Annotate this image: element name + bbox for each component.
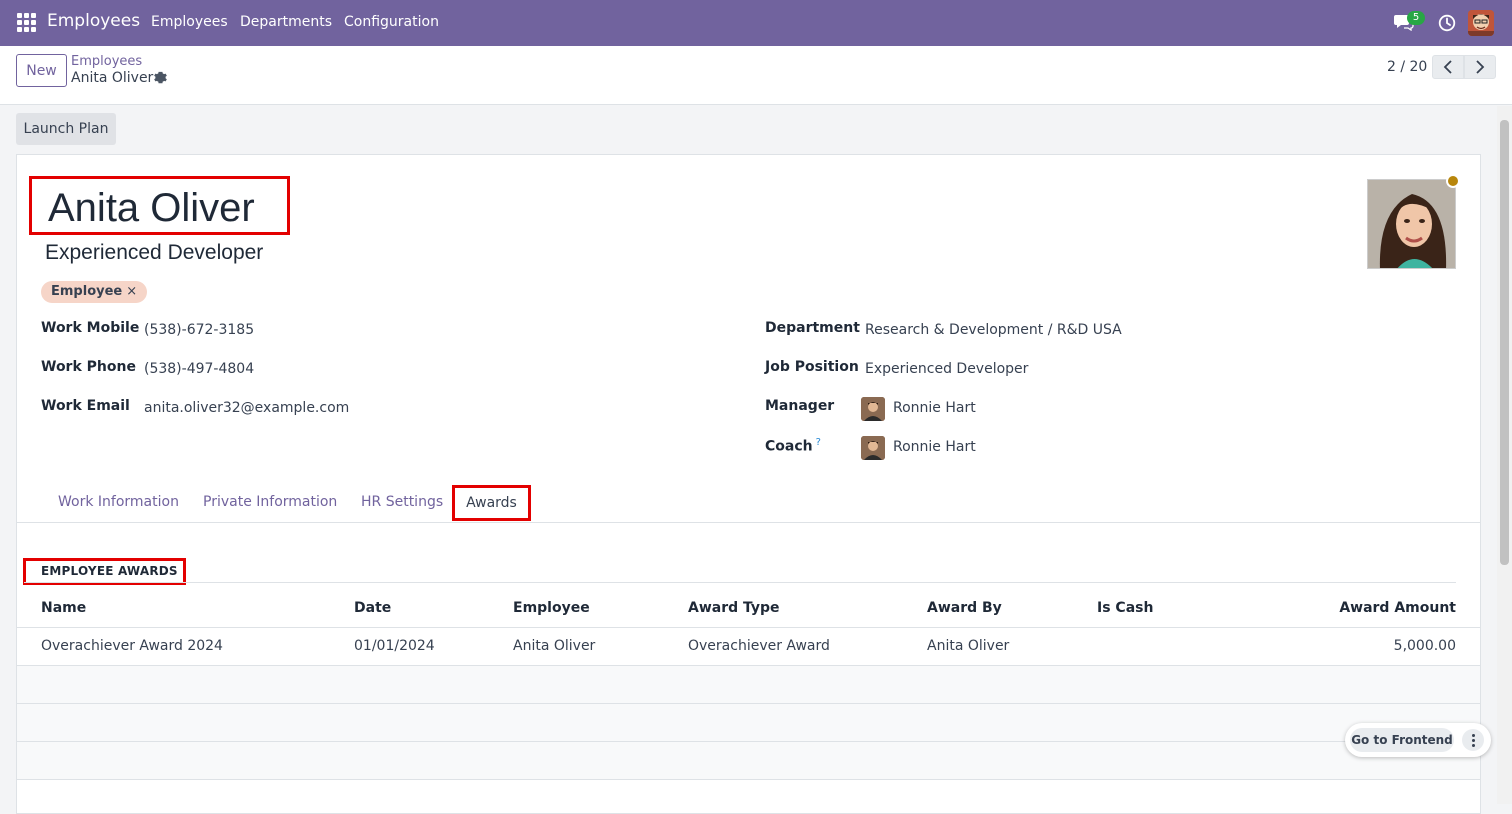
menu-employees[interactable]: Employees [151, 14, 228, 30]
manager-label: Manager [765, 398, 835, 414]
coach-avatar[interactable] [861, 436, 885, 460]
table-row-divider [17, 779, 1480, 780]
job-position-field[interactable]: Experienced Developer [865, 361, 1028, 377]
table-header-divider [17, 627, 1480, 628]
award-row-award-by[interactable]: Anita Oliver [927, 638, 1009, 654]
award-row-employee[interactable]: Anita Oliver [513, 638, 595, 654]
award-row-date[interactable]: 01/01/2024 [354, 638, 435, 654]
scrollbar-thumb[interactable] [1500, 120, 1509, 565]
launch-plan-button[interactable]: Launch Plan [16, 113, 116, 145]
job-title-field[interactable]: Experienced Developer [45, 241, 263, 265]
column-header-date[interactable]: Date [354, 600, 391, 616]
award-row-name[interactable]: Overachiever Award 2024 [41, 638, 223, 654]
column-header-employee[interactable]: Employee [513, 600, 590, 616]
clock-icon[interactable] [1438, 14, 1456, 32]
employee-photo[interactable] [1367, 179, 1456, 269]
tab-private-information[interactable]: Private Information [203, 494, 337, 510]
coach-label: Coach? [765, 437, 821, 455]
employee-tag: Employee × [41, 281, 148, 303]
presence-status-icon [1446, 174, 1460, 188]
award-row-amount[interactable]: 5,000.00 [1394, 638, 1456, 654]
breadcrumb-employees[interactable]: Employees [71, 54, 142, 69]
award-row-award-type[interactable]: Overachiever Award [688, 638, 830, 654]
tab-work-information[interactable]: Work Information [58, 494, 179, 510]
chevron-left-icon [1443, 60, 1452, 74]
kebab-menu-icon[interactable] [1462, 729, 1484, 751]
column-header-award-type[interactable]: Award Type [688, 600, 780, 616]
department-label: Department [765, 320, 860, 336]
pager-next-button[interactable] [1464, 55, 1496, 79]
work-email-field[interactable]: anita.oliver32@example.com [144, 400, 349, 416]
job-position-label: Job Position [765, 359, 859, 375]
work-mobile-field[interactable]: (538)-672-3185 [144, 322, 254, 338]
new-button[interactable]: New [16, 54, 67, 87]
chevron-right-icon [1476, 60, 1485, 74]
column-header-name[interactable]: Name [41, 600, 86, 616]
gear-icon[interactable] [154, 71, 167, 84]
menu-configuration[interactable]: Configuration [344, 14, 439, 30]
coach-field[interactable]: Ronnie Hart [893, 439, 976, 455]
apps-grid-icon[interactable] [17, 13, 36, 32]
pager-previous-button[interactable] [1432, 55, 1464, 79]
column-header-award-by[interactable]: Award By [927, 600, 1002, 616]
tab-awards[interactable]: Awards [452, 485, 531, 521]
manager-avatar[interactable] [861, 397, 885, 421]
column-header-is-cash[interactable]: Is Cash [1097, 600, 1153, 616]
section-divider [24, 582, 1456, 583]
work-email-label: Work Email [41, 398, 130, 414]
manager-field[interactable]: Ronnie Hart [893, 400, 976, 416]
top-navbar: Employees Employees Departments Configur… [0, 0, 1512, 46]
app-brand[interactable]: Employees [47, 11, 140, 31]
work-mobile-label: Work Mobile [41, 320, 140, 336]
tab-hr-settings[interactable]: HR Settings [361, 494, 443, 510]
pager-value[interactable]: 2 / 20 [1387, 59, 1427, 75]
breadcrumb-current: Anita Oliver [71, 70, 154, 86]
help-tooltip-icon[interactable]: ? [816, 437, 821, 448]
user-avatar[interactable] [1468, 10, 1494, 36]
chat-count-badge: 5 [1407, 11, 1425, 25]
menu-departments[interactable]: Departments [240, 14, 332, 30]
empty-table-row [17, 742, 1480, 779]
work-phone-label: Work Phone [41, 359, 136, 375]
employee-awards-title: EMPLOYEE AWARDS [23, 558, 186, 585]
control-panel: New Employees Anita Oliver 2 / 20 [0, 46, 1512, 105]
go-to-frontend-button[interactable]: Go to Frontend [1350, 728, 1454, 752]
employee-name-field[interactable]: Anita Oliver [29, 176, 290, 235]
empty-table-row [17, 704, 1480, 741]
tag-label: Employee [51, 284, 123, 299]
tag-remove-icon[interactable]: × [126, 284, 137, 299]
tabs-divider [17, 522, 1480, 523]
work-phone-field[interactable]: (538)-497-4804 [144, 361, 254, 377]
column-header-award-amount[interactable]: Award Amount [1339, 600, 1456, 616]
empty-table-row [17, 666, 1480, 703]
department-field[interactable]: Research & Development / R&D USA [865, 322, 1122, 338]
